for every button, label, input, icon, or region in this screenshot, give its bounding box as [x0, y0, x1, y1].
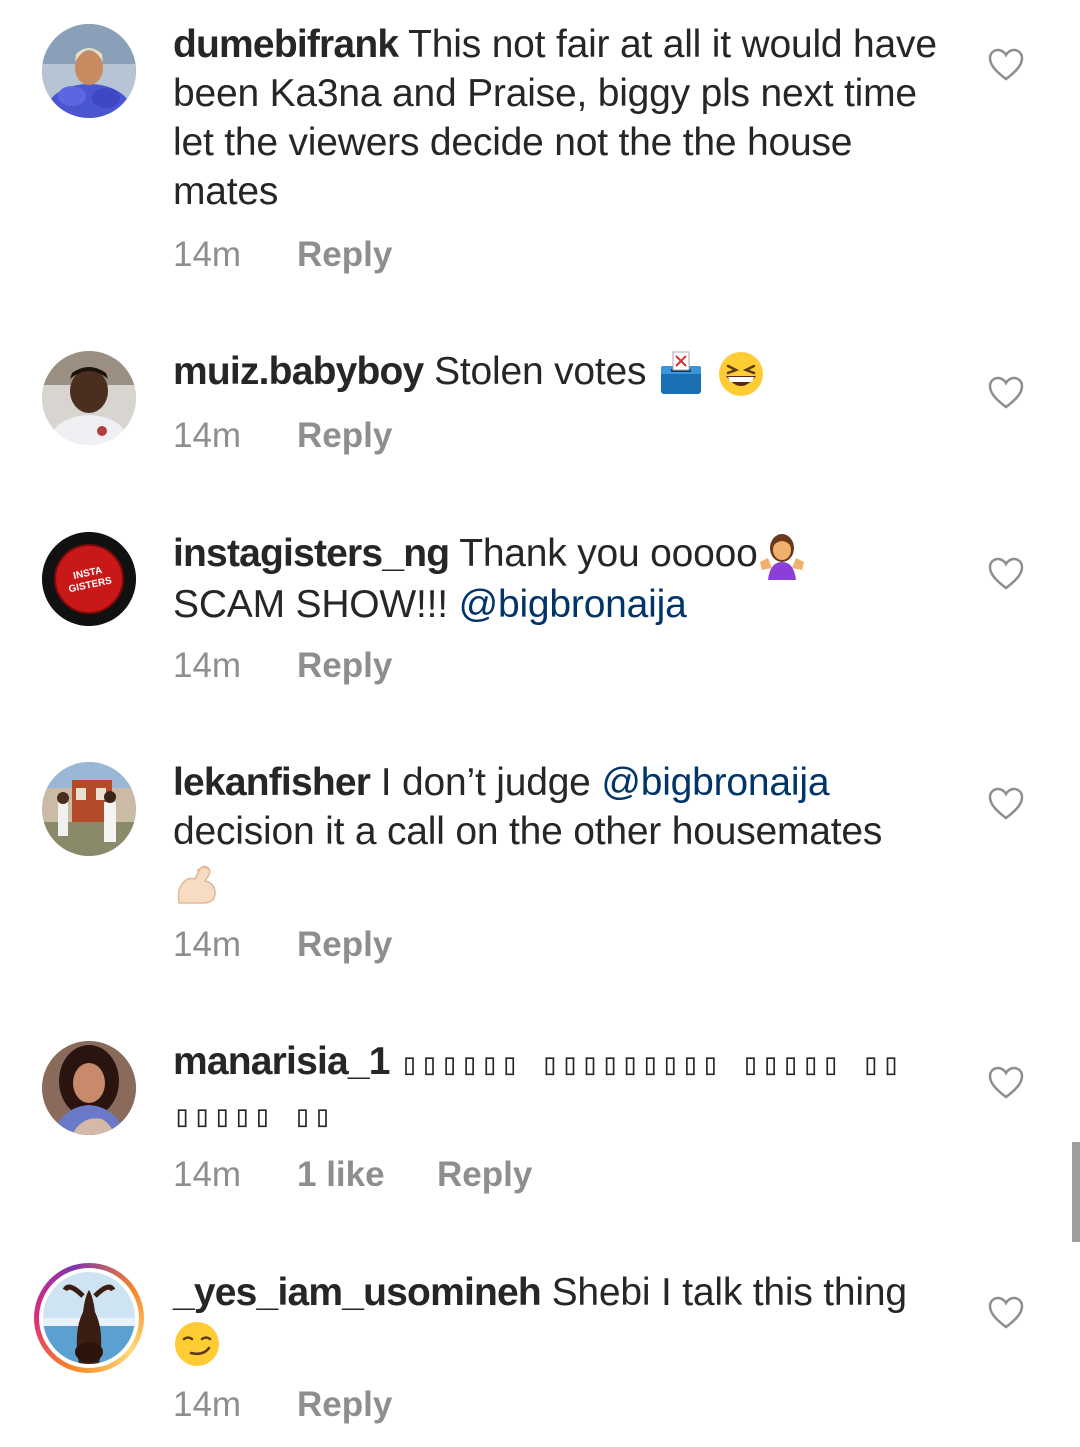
ballot-box-emoji [660, 351, 701, 394]
avatar-with-story-ring[interactable] [34, 1263, 144, 1373]
reply-button[interactable]: Reply [437, 1155, 532, 1195]
comment-text: dumebifrank This not fair at all it woul… [173, 20, 953, 216]
username[interactable]: instagisters_ng [173, 532, 450, 575]
username[interactable]: lekanfisher [173, 761, 371, 804]
timestamp: 14m [173, 235, 242, 274]
avatar-photo [42, 24, 136, 118]
like-heart-icon[interactable] [988, 1296, 1024, 1330]
scrollbar-thumb[interactable] [1072, 1142, 1080, 1242]
reply-button[interactable]: Reply [297, 1385, 392, 1425]
woman-shrugging-emoji [759, 533, 804, 580]
mention-link[interactable]: @bigbronaija [459, 583, 687, 626]
comment-meta: 14m Reply [173, 1385, 392, 1425]
comment-body: Shebi I talk this thing [540, 1271, 907, 1314]
avatar[interactable] [42, 762, 136, 856]
mention-link[interactable]: @bigbronaija [601, 761, 829, 804]
username[interactable]: muiz.babyboy [173, 350, 424, 393]
username[interactable]: dumebifrank [173, 23, 399, 66]
timestamp: 14m [173, 1155, 242, 1194]
reply-button[interactable]: Reply [297, 925, 392, 965]
comment-body-line2: decision it a call on the other housemat… [173, 810, 883, 853]
reply-button[interactable]: Reply [297, 646, 392, 686]
username[interactable]: manarisia_1 [173, 1040, 391, 1083]
likes-count-button[interactable]: 1 like [297, 1155, 437, 1195]
avatar-photo [42, 762, 136, 856]
username[interactable]: _yes_iam_usomineh [173, 1271, 542, 1314]
avatar[interactable] [42, 1041, 136, 1135]
like-heart-icon[interactable] [988, 1066, 1024, 1100]
timestamp: 14m [173, 925, 242, 964]
avatar[interactable] [42, 351, 136, 445]
avatar-photo [42, 1041, 136, 1135]
smirking-face-emoji [175, 1321, 219, 1366]
flexed-biceps-emoji [177, 865, 216, 904]
grinning-squinting-face-emoji [718, 351, 763, 396]
comment-text: lekanfisher I don’t judge @bigbronaija de… [173, 758, 953, 907]
avatar [43, 1272, 135, 1364]
comment-text: instagisters_ng Thank you ooooo SCAM SHO… [173, 529, 953, 629]
unrendered-glyphs: ▯▯▯▯▯▯ ▯▯▯▯▯▯▯▯▯ ▯▯▯▯▯ ▯▯ [400, 1047, 902, 1082]
comment-text: _yes_iam_usomineh Shebi I talk this thin… [173, 1268, 953, 1368]
comment-body: Thank you ooooo [449, 532, 758, 575]
like-heart-icon[interactable] [988, 48, 1024, 82]
timestamp: 14m [173, 646, 242, 685]
avatar[interactable]: INSTA GISTERS [42, 532, 136, 626]
avatar-photo [42, 351, 136, 445]
comment-meta: 14m Reply [173, 235, 392, 275]
avatar-photo [43, 1272, 135, 1364]
like-heart-icon[interactable] [988, 787, 1024, 821]
comment-meta: 14m Reply [173, 646, 392, 686]
instagisters-logo: INSTA GISTERS [42, 532, 136, 626]
like-heart-icon[interactable] [988, 557, 1024, 591]
avatar[interactable] [42, 24, 136, 118]
comment-meta: 14m Reply [173, 416, 392, 456]
comment-body: I don’t judge [370, 761, 602, 804]
timestamp: 14m [173, 416, 242, 455]
comment-body-line2: SCAM SHOW!!! [173, 582, 459, 626]
comment-meta: 14m 1 like Reply [173, 1155, 532, 1195]
reply-button[interactable]: Reply [297, 416, 392, 456]
comment-body: Stolen votes [423, 350, 657, 393]
timestamp: 14m [173, 1385, 242, 1424]
like-heart-icon[interactable] [988, 376, 1024, 410]
unrendered-glyphs-line2: ▯▯▯▯▯ ▯▯ [173, 1099, 334, 1134]
comment-text: manarisia_1 ▯▯▯▯▯▯ ▯▯▯▯▯▯▯▯▯ ▯▯▯▯▯ ▯▯ ▯▯▯… [173, 1037, 953, 1141]
reply-button[interactable]: Reply [297, 235, 392, 275]
comment-meta: 14m Reply [173, 925, 392, 965]
comment-text: muiz.babyboy Stolen votes [173, 347, 953, 398]
